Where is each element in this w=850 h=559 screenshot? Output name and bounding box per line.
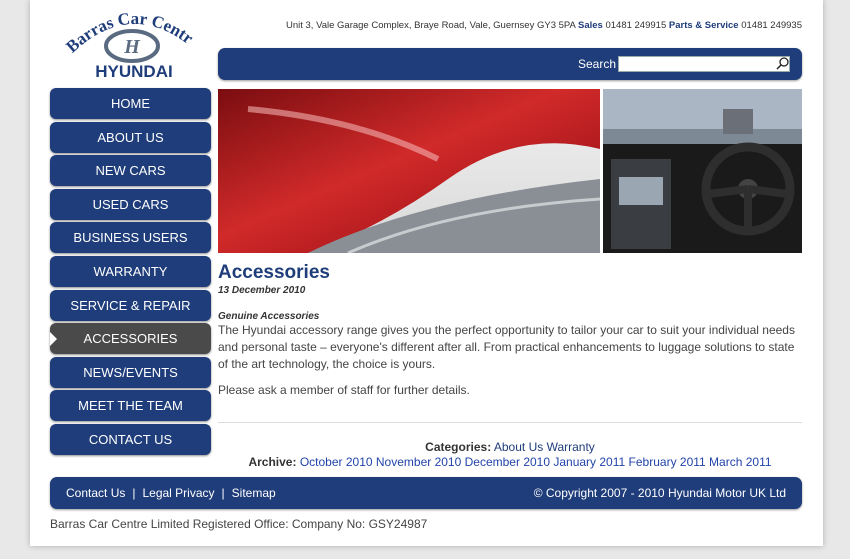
hero-image-interior xyxy=(603,89,802,253)
nav-about-us[interactable]: ABOUT US xyxy=(50,121,211,153)
archive-link[interactable]: March 2011 xyxy=(709,455,771,469)
nav-home[interactable]: HOME xyxy=(50,88,211,119)
archive-link[interactable]: December 2010 xyxy=(465,455,550,469)
archive-link[interactable]: January 2011 xyxy=(553,455,625,469)
search-input[interactable] xyxy=(618,56,790,72)
nav-accessories[interactable]: ACCESSORIES xyxy=(50,323,211,355)
logo[interactable]: Barras Car Centre H HYUNDAI xyxy=(62,6,202,82)
footer-links: Contact Us | Legal Privacy | Sitemap xyxy=(66,486,276,500)
archive-link[interactable]: February 2011 xyxy=(629,455,706,469)
nav-used-cars[interactable]: USED CARS xyxy=(50,188,211,220)
article: Accessories 13 December 2010 Genuine Acc… xyxy=(218,262,802,397)
footer-legal-privacy-link[interactable]: Legal Privacy xyxy=(142,486,214,500)
nav-service-repair[interactable]: SERVICE & REPAIR xyxy=(50,289,211,321)
parts-label: Parts & Service xyxy=(668,20,739,31)
footer-bar: Contact Us | Legal Privacy | Sitemap © Copyr… xyxy=(50,477,802,509)
search-label: Search xyxy=(578,57,617,71)
divider xyxy=(218,422,802,423)
nav-business-users[interactable]: BUSINESS USERS xyxy=(50,222,211,254)
hero-image-red-car xyxy=(218,89,600,253)
logo-bottom-text: HYUNDAI xyxy=(95,62,172,81)
sales-phone: 01481 249915 xyxy=(605,20,667,31)
categories-label: Categories: xyxy=(425,440,492,454)
nav-news-events[interactable]: NEWS/EVENTS xyxy=(50,356,211,388)
contact-address: Unit 3, Vale Garage Complex, Braye Road,… xyxy=(218,20,802,31)
article-body-2: Please ask a member of staff for further… xyxy=(218,383,470,397)
footer-contact-us-link[interactable]: Contact Us xyxy=(66,486,125,500)
nav-contact-us[interactable]: CONTACT US xyxy=(50,423,211,455)
nav-warranty[interactable]: WARRANTY xyxy=(50,255,211,287)
registered-office: Barras Car Centre Limited Registered Off… xyxy=(50,517,428,531)
parts-phone: 01481 249935 xyxy=(741,20,802,31)
nav-new-cars[interactable]: NEW CARS xyxy=(50,155,211,187)
nav-meet-the-team[interactable]: MEET THE TEAM xyxy=(50,390,211,422)
archive-row: Archive: October 2010 November 2010 Dece… xyxy=(218,455,802,470)
archive-link[interactable]: October 2010 xyxy=(300,455,373,469)
footer-separator: | xyxy=(221,486,225,500)
sidebar-nav: HOME ABOUT US NEW CARS USED CARS BUSINES… xyxy=(50,88,211,458)
article-subheading: Genuine Accessories xyxy=(218,311,320,322)
page-title: Accessories xyxy=(218,262,330,283)
footer-separator: | xyxy=(132,486,136,500)
address-text: Unit 3, Vale Garage Complex, Braye Road,… xyxy=(285,20,576,31)
svg-text:H: H xyxy=(123,36,141,58)
copyright: © Copyright 2007 - 2010 Hyundai Motor UK… xyxy=(533,486,786,500)
categories-row: Categories: About Us Warranty xyxy=(218,440,802,455)
article-body: The Hyundai accessory range gives you th… xyxy=(218,323,795,371)
search-bar: Search xyxy=(218,48,802,80)
archive-link[interactable]: November 2010 xyxy=(376,455,461,469)
archive-label: Archive: xyxy=(248,455,297,469)
category-link[interactable]: About Us xyxy=(494,440,543,454)
article-date: 13 December 2010 xyxy=(218,285,306,296)
category-link[interactable]: Warranty xyxy=(547,440,595,454)
sales-label: Sales xyxy=(578,20,603,31)
search-icon[interactable] xyxy=(775,56,791,72)
footer-sitemap-link[interactable]: Sitemap xyxy=(232,486,276,500)
post-meta: Categories: About Us Warranty Archive: O… xyxy=(218,440,802,470)
